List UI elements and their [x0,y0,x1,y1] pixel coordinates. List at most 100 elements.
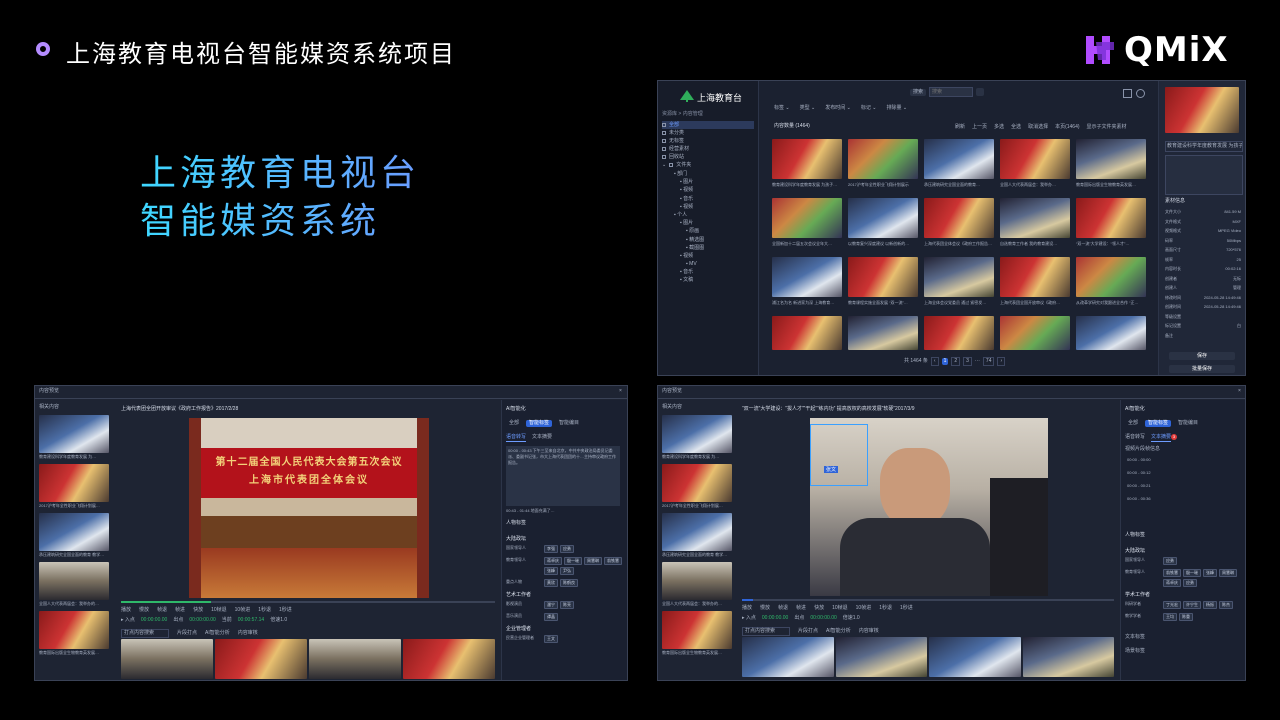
playback-control[interactable]: 播放 [121,607,131,614]
filter-dropdown[interactable]: 标签 ⌄ [774,105,790,112]
media-card[interactable]: 自选教育工作者 我的教育建设… [1000,198,1070,252]
ai-tab-all[interactable]: 全部 [506,420,522,427]
playback-control[interactable]: 快放 [814,605,824,612]
media-card[interactable]: 承压建筑研究全国全面的教育… [924,139,994,193]
keyframe-time[interactable]: 00:00 - 00:00 [1127,456,1151,469]
media-card[interactable]: 教育课程实施全面发展 “双一流”… [848,257,918,311]
action-button[interactable]: 上一页 [972,124,987,131]
page-1[interactable]: 1 [941,358,949,365]
person-tag[interactable]: 王文 [544,635,558,643]
close-icon[interactable]: × [1238,388,1241,395]
tree-item[interactable]: ▪ 音乐 [668,196,756,204]
media-card[interactable]: 教育建设科学年度教育发展 为孩子… [772,139,842,193]
media-card[interactable]: 全国人大代表两届会：我举办… [1000,139,1070,193]
media-card[interactable]: 浦江名为名 新进家为深 上海教育… [772,257,842,311]
ai-tab-catalog[interactable]: 智能编目 [1175,420,1201,427]
person-tag[interactable]: 丁光宏 [1163,601,1181,609]
media-card[interactable]: 上海代表团全国开放审议《政府… [1000,257,1070,311]
user-icon[interactable] [1136,89,1145,98]
ai-analysis-button[interactable]: AI智能分析 [826,628,851,635]
grid-view-icon[interactable] [1123,89,1132,98]
related-item[interactable]: 教育建设科学年度教育发展 为… [39,415,115,460]
action-button[interactable]: 多选 [994,124,1004,131]
ai-tab-tags[interactable]: 智能标签 [526,420,553,427]
subtab-summary[interactable]: 文本摘要 [532,434,552,442]
page-3[interactable]: 3 [963,357,972,366]
nav-item-trash[interactable]: 回收站 [662,153,754,161]
person-tag[interactable]: 翁铁慧 [1163,569,1181,577]
person-tag[interactable]: 陈杰 [1219,601,1233,609]
person-tag[interactable]: 李强 [544,545,558,553]
action-button[interactable]: 全选 [1011,124,1021,131]
ai-tab-tags[interactable]: 智能标签 [1145,420,1172,427]
close-icon[interactable]: × [619,388,622,395]
playback-control[interactable]: 慢放 [139,607,149,614]
keyframe-time[interactable]: 00:00 - 00:12 [1127,469,1151,482]
keyframe-time[interactable]: 00:00 - 00:36 [1127,495,1151,508]
person-tag[interactable]: 殷一璀 [1183,569,1201,577]
person-tag[interactable]: 张峰 [544,567,558,575]
playback-control[interactable]: 帧退 [157,607,167,614]
page-2[interactable]: 2 [951,357,961,366]
keyframe-time[interactable]: 00:00 - 00:21 [1127,482,1151,495]
tree-item[interactable]: ▪ 截图图 [668,245,756,253]
person-tag[interactable]: 谭晶 [544,613,558,621]
save-button[interactable]: 保存 [1169,352,1235,360]
media-card[interactable]: 教育国际出版全生物教育英发展… [1076,139,1146,193]
content-review-button[interactable]: 内容审核 [238,630,258,637]
media-card[interactable]: 以教育复兴深度建议 以新创新的… [848,198,918,252]
related-item[interactable]: 教育建设科学年度教育发展 为… [662,415,738,460]
filter-dropdown[interactable]: 类型 ⌄ [800,105,816,112]
playback-control[interactable]: 播放 [742,605,752,612]
related-item[interactable]: 承压建筑研究全国全面的教育 教学… [662,513,738,558]
tree-item[interactable]: ▪ 部门 [668,171,756,179]
person-tag[interactable]: 蒋卓庆 [544,557,562,565]
media-card[interactable]: 全国新加十二届五次会议全年大… [772,198,842,252]
timeline-track[interactable] [742,599,1114,601]
person-tag[interactable]: 陈鹤良 [560,579,578,587]
person-tag[interactable]: 翁铁慧 [604,557,622,565]
tree-item[interactable]: ▪ 文稿 [668,277,756,285]
playback-control[interactable]: 1秒退 [879,605,892,612]
tree-item[interactable]: ▪ 视频 [668,253,756,261]
page-last[interactable]: 74 [982,357,995,366]
person-tag[interactable]: 许宁生 [1183,601,1201,609]
media-card[interactable]: 上海代表团全体会议《政府工作报告… [924,198,994,252]
playback-control[interactable]: 1秒进 [900,605,913,612]
media-card[interactable] [772,316,842,370]
tree-item[interactable]: ▪ 图片 [668,220,756,228]
search-icon[interactable] [976,88,985,96]
media-card[interactable]: 2017沪考年全性职业飞翔计划展示 [848,139,918,193]
filter-dropdown[interactable]: 标记 ⌄ [861,105,877,112]
person-tag[interactable]: 应勇 [1163,557,1177,565]
playback-control[interactable]: 帧进 [175,607,185,614]
person-tag[interactable]: 殷一璀 [564,557,582,565]
tree-item[interactable]: ▪ 精选图 [668,237,756,245]
playback-control[interactable]: 10帧进 [856,605,872,612]
person-tag[interactable]: 王均 [1163,613,1177,621]
related-item[interactable]: 全国人大代表两届会：我举办的… [662,562,738,607]
content-review-button[interactable]: 内容审核 [859,628,879,635]
related-item[interactable]: 教育国际出版全生物教育英发展… [39,611,115,656]
detail-notes-field[interactable] [1165,155,1243,195]
media-card[interactable] [1000,316,1070,370]
media-card[interactable]: “双一流”大学建设：“领人才”… [1076,198,1146,252]
action-button[interactable]: 显示子文件夹素材 [1087,124,1127,131]
nav-item-business[interactable]: 经营素材 [662,145,754,153]
filter-dropdown[interactable]: 排除量 ⌄ [886,105,907,112]
search-scope-select[interactable]: 搜索 [910,88,927,96]
person-tag[interactable]: 周慧琳 [584,557,602,565]
marker-search-input[interactable]: 打点内容搜索 [742,627,791,636]
tree-item[interactable]: ▪ 视频 [668,204,756,212]
action-button[interactable]: 本页(1464) [1055,124,1079,131]
person-tag[interactable]: 应勇 [560,545,574,553]
ai-tab-catalog[interactable]: 智能编目 [556,420,582,427]
related-item[interactable]: 承压建筑研究全国全面的教育 教学… [39,513,115,558]
subtab-transcript[interactable]: 语音转写 [1125,434,1145,442]
prev-page-icon[interactable]: ‹ [930,357,939,366]
clip-mark-button[interactable]: 片段打点 [177,630,197,637]
tree-item[interactable]: ▪ 视频 [668,187,756,195]
media-card[interactable]: 上海全体会议党委员 通过 紧密发… [924,257,994,311]
playback-control[interactable]: 10帧退 [211,607,227,614]
person-tag[interactable]: 潘宁 [544,601,558,609]
